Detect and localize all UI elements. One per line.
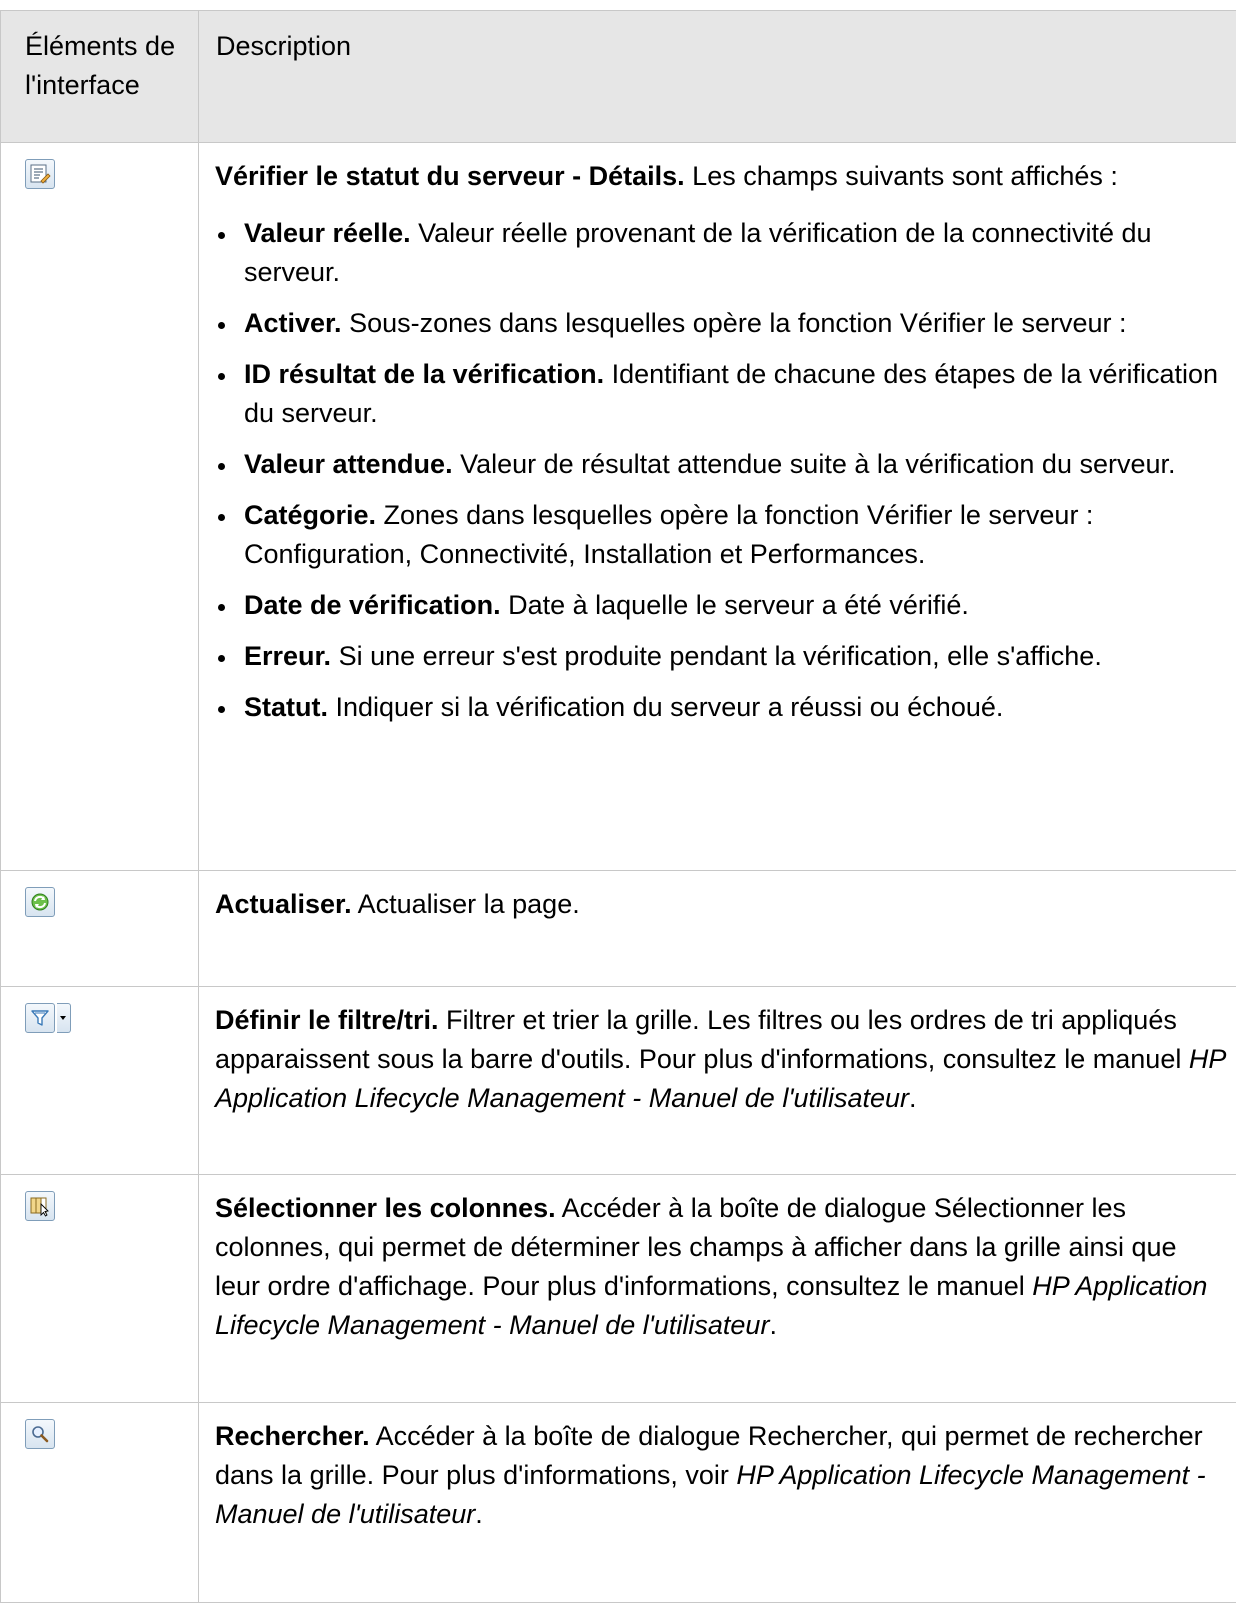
field-text: Date à laquelle le serveur a été vérifié… [501,590,969,620]
description-cell: Actualiser. Actualiser la page. [199,871,1236,987]
chevron-down-icon[interactable] [57,1003,71,1033]
list-item: Date de vérification. Date à laquelle le… [215,586,1226,625]
refresh-icon[interactable] [25,887,55,917]
list-item: Statut. Indiquer si la vérification du s… [215,688,1226,727]
column-header-elements: Éléments de l'interface [1,11,199,143]
field-term: Erreur. [244,641,331,671]
field-term: Catégorie. [244,500,376,530]
item-title: Sélectionner les colonnes. [215,1193,556,1223]
filter-icon[interactable] [25,1003,55,1033]
table-header-row: Éléments de l'interface Description [1,11,1236,143]
field-term: Valeur attendue. [244,449,453,479]
interface-elements-table: Éléments de l'interface Description [0,10,1236,1603]
field-text: Sous-zones dans lesquelles opère la fonc… [342,308,1127,338]
search-icon[interactable] [25,1419,55,1449]
list-item: Erreur. Si une erreur s'est produite pen… [215,637,1226,676]
field-term: Date de vérification. [244,590,501,620]
description-cell: Vérifier le statut du serveur - Détails.… [199,143,1236,871]
description-cell: Sélectionner les colonnes. Accéder à la … [199,1175,1236,1403]
description-cell: Définir le filtre/tri. Filtrer et trier … [199,987,1236,1175]
field-term: Statut. [244,692,328,722]
icon-cell [1,987,199,1175]
icon-cell [1,871,199,987]
description-text: Définir le filtre/tri. Filtrer et trier … [215,1001,1226,1118]
item-suffix: . [909,1083,917,1113]
table-row: Actualiser. Actualiser la page. [1,871,1236,987]
field-term: Valeur réelle. [244,218,411,248]
field-text: Si une erreur s'est produite pendant la … [331,641,1102,671]
description-cell: Rechercher. Accéder à la boîte de dialog… [199,1403,1236,1603]
item-suffix: . [475,1499,483,1529]
item-text: Actualiser la page. [352,889,580,919]
item-title: Vérifier le statut du serveur - Détails. [215,161,685,191]
field-text: Valeur de résultat attendue suite à la v… [453,449,1176,479]
details-icon[interactable] [25,159,55,189]
table-row: Définir le filtre/tri. Filtrer et trier … [1,987,1236,1175]
list-item: Valeur attendue. Valeur de résultat atte… [215,445,1226,484]
list-item: Activer. Sous-zones dans lesquelles opèr… [215,304,1226,343]
description-intro: Vérifier le statut du serveur - Détails.… [215,157,1226,196]
list-item: ID résultat de la vérification. Identifi… [215,355,1226,433]
item-title: Définir le filtre/tri. [215,1005,439,1035]
item-suffix: . [769,1310,777,1340]
field-term: ID résultat de la vérification. [244,359,604,389]
icon-cell [1,1175,199,1403]
table-row: Sélectionner les colonnes. Accéder à la … [1,1175,1236,1403]
description-text: Actualiser. Actualiser la page. [215,885,1226,924]
item-text: Les champs suivants sont affichés : [685,161,1118,191]
item-title: Rechercher. [215,1421,370,1451]
icon-cell [1,143,199,871]
field-term: Activer. [244,308,342,338]
description-text: Rechercher. Accéder à la boîte de dialog… [215,1417,1226,1534]
description-text: Sélectionner les colonnes. Accéder à la … [215,1189,1226,1345]
list-item: Valeur réelle. Valeur réelle provenant d… [215,214,1226,292]
icon-cell [1,1403,199,1603]
select-columns-icon[interactable] [25,1191,55,1221]
field-list: Valeur réelle. Valeur réelle provenant d… [215,214,1226,727]
column-header-description: Description [199,11,1236,143]
field-text: Indiquer si la vérification du serveur a… [328,692,1003,722]
table-row: Vérifier le statut du serveur - Détails.… [1,143,1236,871]
item-title: Actualiser. [215,889,352,919]
table-row: Rechercher. Accéder à la boîte de dialog… [1,1403,1236,1603]
list-item: Catégorie. Zones dans lesquelles opère l… [215,496,1226,574]
